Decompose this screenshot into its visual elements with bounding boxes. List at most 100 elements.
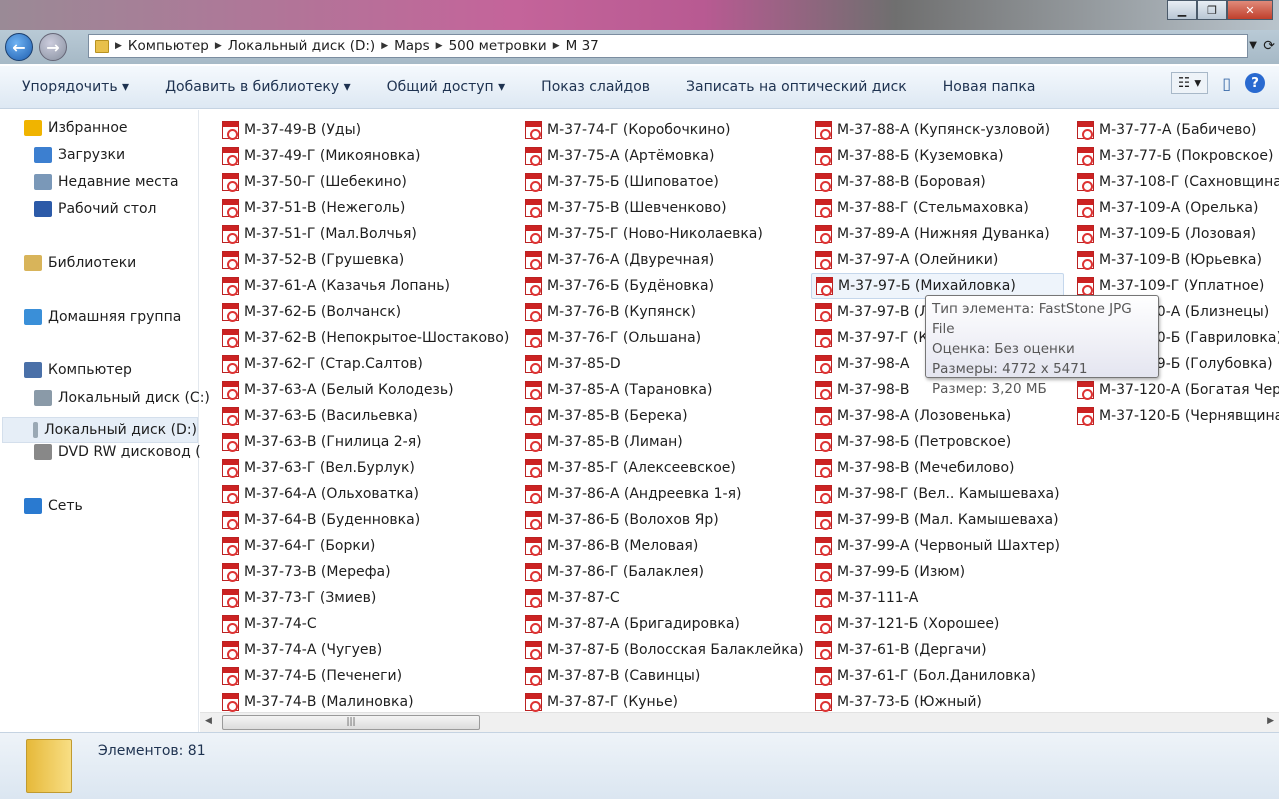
file-item[interactable]: М-37-62-Г (Стар.Салтов) — [218, 351, 513, 377]
maximize-button[interactable]: ❐ — [1197, 0, 1227, 20]
file-item[interactable]: М-37-120-Б (Чернявщина) — [1073, 403, 1279, 429]
toolbar-button[interactable]: Записать на оптический диск — [668, 79, 925, 95]
file-item[interactable]: М-37-76-Г (Ольшана) — [521, 325, 808, 351]
file-item[interactable]: М-37-74-Г (Коробочкино) — [521, 117, 808, 143]
breadcrumb-separator-icon[interactable]: ▶ — [436, 41, 443, 51]
file-item[interactable]: М-37-74-А (Чугуев) — [218, 637, 513, 663]
breadcrumb-separator-icon[interactable]: ▶ — [115, 41, 122, 51]
file-item[interactable]: М-37-77-А (Бабичево) — [1073, 117, 1279, 143]
file-item[interactable]: М-37-109-А (Орелька) — [1073, 195, 1279, 221]
nav-item[interactable]: Библиотеки — [24, 255, 136, 271]
close-button[interactable]: ✕ — [1227, 0, 1273, 20]
file-item[interactable]: М-37-109-В (Юрьевка) — [1073, 247, 1279, 273]
file-item[interactable]: М-37-87-В (Савинцы) — [521, 663, 808, 689]
file-item[interactable]: М-37-97-А (Олейники) — [811, 247, 1064, 273]
breadcrumb-item[interactable]: М 37 — [566, 38, 599, 54]
file-item[interactable]: М-37-75-А (Артёмовка) — [521, 143, 808, 169]
file-item[interactable]: М-37-73-Б (Южный) — [811, 689, 1064, 712]
file-item[interactable]: М-37-74-Б (Печенеги) — [218, 663, 513, 689]
file-item[interactable]: М-37-74-В (Малиновка) — [218, 689, 513, 712]
file-item[interactable]: М-37-75-Г (Ново-Николаевка) — [521, 221, 808, 247]
view-options-button[interactable]: ☷ ▾ — [1171, 72, 1209, 94]
breadcrumb-item[interactable]: Maps — [394, 38, 430, 54]
file-item[interactable]: М-37-88-Г (Стельмаховка) — [811, 195, 1064, 221]
file-item[interactable]: М-37-85-А (Тарановка) — [521, 377, 808, 403]
nav-item[interactable]: Избранное — [24, 120, 128, 136]
file-item[interactable]: М-37-49-В (Уды) — [218, 117, 513, 143]
file-item[interactable]: М-37-89-А (Нижняя Дуванка) — [811, 221, 1064, 247]
file-item[interactable]: М-37-86-Б (Волохов Яр) — [521, 507, 808, 533]
nav-item[interactable]: Локальный диск (D:) — [2, 417, 198, 443]
nav-item[interactable]: Недавние места — [34, 174, 179, 190]
file-item[interactable]: М-37-61-А (Казачья Лопань) — [218, 273, 513, 299]
scroll-right-icon[interactable]: ▶ — [1267, 716, 1274, 726]
breadcrumb-item[interactable]: Локальный диск (D:) — [228, 38, 375, 54]
file-item[interactable]: М-37-87-С — [521, 585, 808, 611]
nav-item[interactable]: Загрузки — [34, 147, 125, 163]
file-item[interactable]: М-37-62-Б (Волчанск) — [218, 299, 513, 325]
file-item[interactable]: М-37-63-А (Белый Колодезь) — [218, 377, 513, 403]
file-item[interactable]: М-37-88-А (Купянск-узловой) — [811, 117, 1064, 143]
file-item[interactable]: М-37-88-Б (Куземовка) — [811, 143, 1064, 169]
file-item[interactable]: М-37-61-В (Дергачи) — [811, 637, 1064, 663]
file-item[interactable]: М-37-87-А (Бригадировка) — [521, 611, 808, 637]
file-item[interactable]: М-37-88-В (Боровая) — [811, 169, 1064, 195]
file-item[interactable]: М-37-64-В (Буденновка) — [218, 507, 513, 533]
file-item[interactable]: М-37-61-Г (Бол.Даниловка) — [811, 663, 1064, 689]
toolbar-button[interactable]: Показ слайдов — [523, 79, 668, 95]
nav-item[interactable]: Компьютер — [24, 362, 132, 378]
file-item[interactable]: М-37-108-Г (Сахновщина) — [1073, 169, 1279, 195]
scroll-left-icon[interactable]: ◀ — [205, 716, 212, 726]
address-dropdown-icon[interactable]: ▼ — [1249, 40, 1257, 51]
file-item[interactable]: М-37-87-Г (Кунье) — [521, 689, 808, 712]
file-item[interactable]: М-37-98-В (Мечебилово) — [811, 455, 1064, 481]
file-item[interactable]: М-37-86-В (Меловая) — [521, 533, 808, 559]
file-item[interactable]: М-37-62-В (Непокрытое-Шостаково) — [218, 325, 513, 351]
back-button[interactable]: ← — [5, 33, 33, 61]
file-item[interactable]: М-37-99-Б (Изюм) — [811, 559, 1064, 585]
file-item[interactable]: М-37-109-Б (Лозовая) — [1073, 221, 1279, 247]
file-item[interactable]: М-37-52-В (Грушевка) — [218, 247, 513, 273]
file-item[interactable]: М-37-63-Г (Вел.Бурлук) — [218, 455, 513, 481]
file-item[interactable]: М-37-98-А (Лозовенька) — [811, 403, 1064, 429]
toolbar-button[interactable]: Добавить в библиотеку ▾ — [147, 79, 369, 95]
preview-pane-icon[interactable]: ▯ — [1222, 74, 1231, 93]
file-item[interactable]: М-37-73-В (Мерефа) — [218, 559, 513, 585]
horizontal-scrollbar[interactable]: ◀ ||| ▶ — [200, 712, 1279, 732]
breadcrumb-item[interactable]: Компьютер — [128, 38, 209, 54]
file-item[interactable]: М-37-85-D — [521, 351, 808, 377]
nav-item[interactable]: Сеть — [24, 498, 83, 514]
breadcrumb-separator-icon[interactable]: ▶ — [553, 41, 560, 51]
toolbar-button[interactable]: Новая папка — [925, 79, 1054, 95]
file-item[interactable]: М-37-85-В (Берека) — [521, 403, 808, 429]
file-item[interactable]: М-37-51-Г (Мал.Волчья) — [218, 221, 513, 247]
file-item[interactable]: М-37-99-В (Мал. Камышеваха) — [811, 507, 1064, 533]
breadcrumb-separator-icon[interactable]: ▶ — [215, 41, 222, 51]
file-item[interactable]: М-37-63-В (Гнилица 2-я) — [218, 429, 513, 455]
toolbar-button[interactable]: Упорядочить ▾ — [0, 79, 147, 95]
file-item[interactable]: М-37-74-С — [218, 611, 513, 637]
help-icon[interactable]: ? — [1245, 73, 1265, 93]
file-item[interactable]: М-37-50-Г (Шебекино) — [218, 169, 513, 195]
file-item[interactable]: М-37-111-А — [811, 585, 1064, 611]
toolbar-button[interactable]: Общий доступ ▾ — [369, 79, 524, 95]
minimize-button[interactable]: ▁ — [1167, 0, 1197, 20]
address-bar[interactable]: ▶ Компьютер ▶ Локальный диск (D:) ▶ Maps ▶ 500 … — [88, 34, 1248, 58]
nav-item[interactable]: Домашняя группа — [24, 309, 181, 325]
file-item[interactable]: М-37-98-Б (Петровское) — [811, 429, 1064, 455]
file-item[interactable]: М-37-51-В (Нежеголь) — [218, 195, 513, 221]
nav-item[interactable]: DVD RW дисковод ( — [34, 444, 201, 460]
breadcrumb-item[interactable]: 500 метровки — [449, 38, 547, 54]
file-item[interactable]: М-37-121-Б (Хорошее) — [811, 611, 1064, 637]
file-item[interactable]: М-37-64-Г (Борки) — [218, 533, 513, 559]
file-item[interactable]: М-37-75-Б (Шиповатое) — [521, 169, 808, 195]
breadcrumb-separator-icon[interactable]: ▶ — [381, 41, 388, 51]
file-item[interactable]: М-37-64-А (Ольховатка) — [218, 481, 513, 507]
file-item[interactable]: М-37-85-Г (Алексеевское) — [521, 455, 808, 481]
file-item[interactable]: М-37-63-Б (Васильевка) — [218, 403, 513, 429]
file-item[interactable]: М-37-49-Г (Микояновка) — [218, 143, 513, 169]
scrollbar-thumb[interactable]: ||| — [222, 715, 480, 730]
refresh-icon[interactable]: ⟳ — [1263, 38, 1275, 54]
file-item[interactable]: М-37-76-Б (Будёновка) — [521, 273, 808, 299]
file-item[interactable]: М-37-76-В (Купянск) — [521, 299, 808, 325]
